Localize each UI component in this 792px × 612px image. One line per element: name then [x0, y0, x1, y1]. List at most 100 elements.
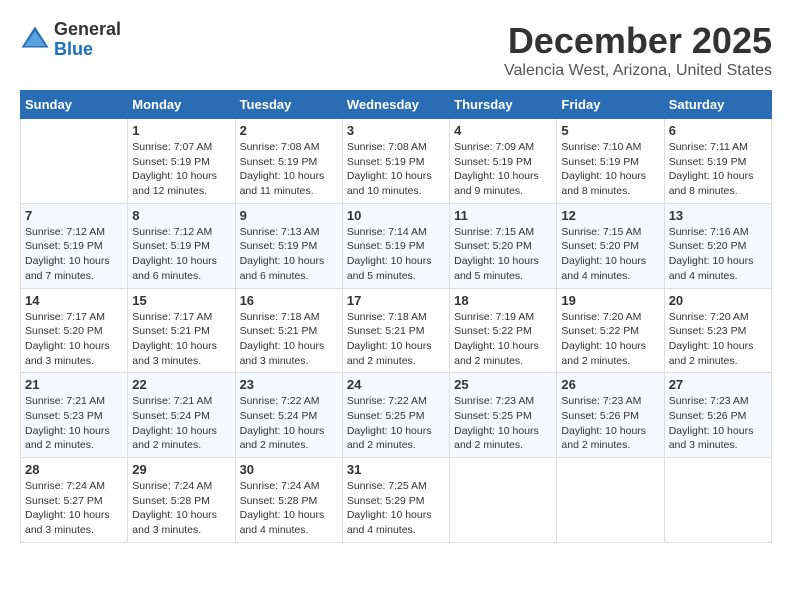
logo: General Blue [20, 20, 121, 60]
calendar-table: SundayMondayTuesdayWednesdayThursdayFrid… [20, 90, 772, 543]
day-number: 5 [561, 123, 659, 138]
calendar-cell: 2 Sunrise: 7:08 AM Sunset: 5:19 PM Daylig… [235, 119, 342, 204]
day-info: Sunrise: 7:20 AM Sunset: 5:22 PM Dayligh… [561, 310, 659, 369]
day-info: Sunrise: 7:19 AM Sunset: 5:22 PM Dayligh… [454, 310, 552, 369]
day-info: Sunrise: 7:21 AM Sunset: 5:24 PM Dayligh… [132, 394, 230, 453]
calendar-cell: 18 Sunrise: 7:19 AM Sunset: 5:22 PM Dayli… [450, 288, 557, 373]
day-number: 15 [132, 293, 230, 308]
day-info: Sunrise: 7:23 AM Sunset: 5:26 PM Dayligh… [561, 394, 659, 453]
day-number: 21 [25, 377, 123, 392]
day-number: 31 [347, 462, 445, 477]
calendar-cell: 4 Sunrise: 7:09 AM Sunset: 5:19 PM Daylig… [450, 119, 557, 204]
calendar-cell: 24 Sunrise: 7:22 AM Sunset: 5:25 PM Dayli… [342, 373, 449, 458]
day-number: 17 [347, 293, 445, 308]
calendar-cell [450, 458, 557, 543]
day-number: 18 [454, 293, 552, 308]
day-number: 4 [454, 123, 552, 138]
subtitle: Valencia West, Arizona, United States [504, 62, 772, 80]
day-info: Sunrise: 7:20 AM Sunset: 5:23 PM Dayligh… [669, 310, 767, 369]
day-info: Sunrise: 7:22 AM Sunset: 5:25 PM Dayligh… [347, 394, 445, 453]
calendar-cell: 12 Sunrise: 7:15 AM Sunset: 5:20 PM Dayli… [557, 203, 664, 288]
week-row-2: 7 Sunrise: 7:12 AM Sunset: 5:19 PM Daylig… [21, 203, 772, 288]
day-info: Sunrise: 7:15 AM Sunset: 5:20 PM Dayligh… [454, 225, 552, 284]
day-number: 1 [132, 123, 230, 138]
day-info: Sunrise: 7:25 AM Sunset: 5:29 PM Dayligh… [347, 479, 445, 538]
logo-text: General Blue [54, 20, 121, 60]
calendar-cell: 3 Sunrise: 7:08 AM Sunset: 5:19 PM Daylig… [342, 119, 449, 204]
calendar-cell: 11 Sunrise: 7:15 AM Sunset: 5:20 PM Dayli… [450, 203, 557, 288]
calendar-cell [664, 458, 771, 543]
day-number: 6 [669, 123, 767, 138]
day-info: Sunrise: 7:23 AM Sunset: 5:26 PM Dayligh… [669, 394, 767, 453]
calendar-cell: 9 Sunrise: 7:13 AM Sunset: 5:19 PM Daylig… [235, 203, 342, 288]
day-info: Sunrise: 7:17 AM Sunset: 5:20 PM Dayligh… [25, 310, 123, 369]
day-number: 26 [561, 377, 659, 392]
logo-icon [20, 25, 50, 55]
header-thursday: Thursday [450, 91, 557, 119]
day-info: Sunrise: 7:10 AM Sunset: 5:19 PM Dayligh… [561, 140, 659, 199]
day-info: Sunrise: 7:24 AM Sunset: 5:28 PM Dayligh… [240, 479, 338, 538]
calendar-cell: 31 Sunrise: 7:25 AM Sunset: 5:29 PM Dayli… [342, 458, 449, 543]
day-info: Sunrise: 7:17 AM Sunset: 5:21 PM Dayligh… [132, 310, 230, 369]
day-info: Sunrise: 7:13 AM Sunset: 5:19 PM Dayligh… [240, 225, 338, 284]
header-monday: Monday [128, 91, 235, 119]
day-number: 3 [347, 123, 445, 138]
day-number: 20 [669, 293, 767, 308]
day-number: 13 [669, 208, 767, 223]
day-info: Sunrise: 7:16 AM Sunset: 5:20 PM Dayligh… [669, 225, 767, 284]
calendar-cell: 29 Sunrise: 7:24 AM Sunset: 5:28 PM Dayli… [128, 458, 235, 543]
calendar-cell: 27 Sunrise: 7:23 AM Sunset: 5:26 PM Dayli… [664, 373, 771, 458]
calendar-cell: 20 Sunrise: 7:20 AM Sunset: 5:23 PM Dayli… [664, 288, 771, 373]
day-number: 7 [25, 208, 123, 223]
calendar-cell: 7 Sunrise: 7:12 AM Sunset: 5:19 PM Daylig… [21, 203, 128, 288]
header-wednesday: Wednesday [342, 91, 449, 119]
day-number: 25 [454, 377, 552, 392]
week-row-3: 14 Sunrise: 7:17 AM Sunset: 5:20 PM Dayli… [21, 288, 772, 373]
day-info: Sunrise: 7:22 AM Sunset: 5:24 PM Dayligh… [240, 394, 338, 453]
calendar-cell: 19Sunrise: 7:20 AM Sunset: 5:22 PM Dayli… [557, 288, 664, 373]
week-row-5: 28Sunrise: 7:24 AM Sunset: 5:27 PM Dayli… [21, 458, 772, 543]
day-number: 27 [669, 377, 767, 392]
day-info: Sunrise: 7:24 AM Sunset: 5:28 PM Dayligh… [132, 479, 230, 538]
calendar-cell: 1Sunrise: 7:07 AM Sunset: 5:19 PM Daylig… [128, 119, 235, 204]
day-number: 9 [240, 208, 338, 223]
calendar-cell: 30Sunrise: 7:24 AM Sunset: 5:28 PM Dayli… [235, 458, 342, 543]
header-sunday: Sunday [21, 91, 128, 119]
day-number: 10 [347, 208, 445, 223]
day-info: Sunrise: 7:14 AM Sunset: 5:19 PM Dayligh… [347, 225, 445, 284]
day-number: 16 [240, 293, 338, 308]
week-row-1: 1Sunrise: 7:07 AM Sunset: 5:19 PM Daylig… [21, 119, 772, 204]
calendar-cell: 22Sunrise: 7:21 AM Sunset: 5:24 PM Dayli… [128, 373, 235, 458]
calendar-cell: 6Sunrise: 7:11 AM Sunset: 5:19 PM Daylig… [664, 119, 771, 204]
day-info: Sunrise: 7:08 AM Sunset: 5:19 PM Dayligh… [240, 140, 338, 199]
calendar-cell: 5 Sunrise: 7:10 AM Sunset: 5:19 PM Daylig… [557, 119, 664, 204]
day-number: 29 [132, 462, 230, 477]
calendar-cell: 26 Sunrise: 7:23 AM Sunset: 5:26 PM Dayli… [557, 373, 664, 458]
day-info: Sunrise: 7:09 AM Sunset: 5:19 PM Dayligh… [454, 140, 552, 199]
day-info: Sunrise: 7:18 AM Sunset: 5:21 PM Dayligh… [240, 310, 338, 369]
day-info: Sunrise: 7:12 AM Sunset: 5:19 PM Dayligh… [25, 225, 123, 284]
day-info: Sunrise: 7:08 AM Sunset: 5:19 PM Dayligh… [347, 140, 445, 199]
day-number: 12 [561, 208, 659, 223]
day-info: Sunrise: 7:15 AM Sunset: 5:20 PM Dayligh… [561, 225, 659, 284]
header: General Blue December 2025 Valencia West… [20, 20, 772, 80]
week-row-4: 21Sunrise: 7:21 AM Sunset: 5:23 PM Dayli… [21, 373, 772, 458]
day-info: Sunrise: 7:12 AM Sunset: 5:19 PM Dayligh… [132, 225, 230, 284]
calendar-cell: 14 Sunrise: 7:17 AM Sunset: 5:20 PM Dayli… [21, 288, 128, 373]
calendar-cell: 16 Sunrise: 7:18 AM Sunset: 5:21 PM Dayli… [235, 288, 342, 373]
day-info: Sunrise: 7:18 AM Sunset: 5:21 PM Dayligh… [347, 310, 445, 369]
header-saturday: Saturday [664, 91, 771, 119]
header-tuesday: Tuesday [235, 91, 342, 119]
calendar-cell: 13 Sunrise: 7:16 AM Sunset: 5:20 PM Dayli… [664, 203, 771, 288]
day-number: 2 [240, 123, 338, 138]
calendar-cell: 28Sunrise: 7:24 AM Sunset: 5:27 PM Dayli… [21, 458, 128, 543]
day-number: 14 [25, 293, 123, 308]
calendar-cell: 25 Sunrise: 7:23 AM Sunset: 5:25 PM Dayli… [450, 373, 557, 458]
day-info: Sunrise: 7:24 AM Sunset: 5:27 PM Dayligh… [25, 479, 123, 538]
day-number: 24 [347, 377, 445, 392]
day-number: 11 [454, 208, 552, 223]
day-info: Sunrise: 7:23 AM Sunset: 5:25 PM Dayligh… [454, 394, 552, 453]
main-title: December 2025 [504, 20, 772, 62]
calendar-cell: 21Sunrise: 7:21 AM Sunset: 5:23 PM Dayli… [21, 373, 128, 458]
day-number: 23 [240, 377, 338, 392]
